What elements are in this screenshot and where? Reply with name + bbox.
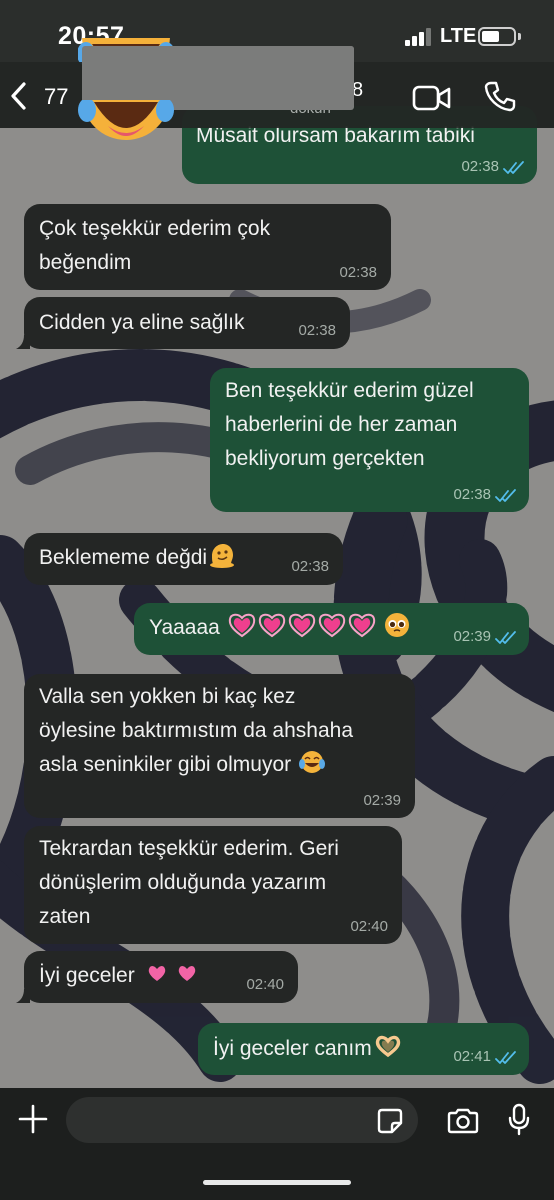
message-text: Cidden ya eline sağlık: [39, 311, 245, 334]
message-incoming[interactable]: İyi geceler 02:40: [24, 951, 298, 1003]
message-text-line: asla seninkiler gibi olmuyor: [39, 753, 292, 776]
message-time: 02:40: [350, 918, 388, 935]
message-time: 02:38: [291, 558, 329, 575]
cellular-signal-icon: [405, 28, 435, 46]
read-ticks-icon: [495, 631, 516, 644]
message-text: İyi geceler canım: [213, 1037, 372, 1060]
camera-button[interactable]: [446, 1107, 480, 1140]
message-time: 02:38: [298, 322, 336, 339]
message-outgoing[interactable]: Ben teşekkür ederim güzel haberlerini de…: [210, 368, 529, 512]
phone-icon[interactable]: [484, 80, 516, 112]
plus-icon: [18, 1104, 48, 1134]
message-text: Yaaaaa: [149, 616, 220, 639]
message-text-line: dönüşlerim olduğunda yazarım: [39, 871, 327, 894]
microphone-icon: [508, 1103, 530, 1136]
read-ticks-icon: [495, 489, 516, 502]
message-outgoing[interactable]: İyi geceler canım 02:41: [198, 1023, 529, 1075]
message-time: 02:40: [246, 976, 284, 993]
pink-heart-emoji-icon: [148, 966, 165, 981]
growing-heart-emoji-icon: [288, 613, 315, 638]
bubble-tail: [16, 335, 30, 349]
growing-heart-emoji-icon: [228, 613, 255, 638]
growing-heart-emoji-icon: [258, 613, 285, 638]
laughing-face-emoji-icon: [78, 100, 174, 140]
melting-face-emoji-icon: [210, 544, 235, 568]
message-input[interactable]: [66, 1097, 418, 1143]
message-outgoing[interactable]: Yaaaaa 02:39: [134, 603, 529, 655]
microphone-button[interactable]: [507, 1103, 531, 1142]
home-indicator: [203, 1180, 351, 1185]
message-text-line: Valla sen yokken bi kaç kez: [39, 685, 296, 708]
message-text-line: bekliyorum gerçekten: [225, 447, 425, 470]
message-incoming[interactable]: Cidden ya eline sağlık 02:38: [24, 297, 350, 349]
video-camera-icon[interactable]: [412, 84, 452, 112]
read-ticks-icon: [503, 161, 524, 174]
message-text: İyi geceler: [39, 964, 135, 987]
message-text-line: Çok teşekkür ederim çok: [39, 217, 271, 240]
message-time: 02:39: [363, 792, 401, 809]
pleading-face-emoji-icon: [384, 613, 409, 637]
growing-heart-emoji-icon: [318, 613, 345, 638]
message-text-line: zaten: [39, 905, 91, 928]
message-time: 02:38: [339, 264, 377, 281]
pink-heart-emoji-icon: [178, 966, 195, 981]
chevron-left-icon: [11, 82, 26, 110]
avatar[interactable]: [78, 100, 174, 154]
network-type: LTE: [440, 25, 477, 47]
battery-icon: [478, 27, 516, 46]
message-text-line: beğendim: [39, 251, 132, 274]
message-text-line: öylesine baktırmıstım da ahshaha: [39, 719, 353, 742]
unread-count: 77: [44, 84, 69, 109]
two-hearts-emoji-group: [141, 964, 201, 987]
message-incoming[interactable]: Beklememe değdi 02:38: [24, 533, 343, 585]
message-time: 02:39: [453, 628, 491, 645]
message-time: 02:41: [453, 1048, 491, 1065]
message-time: 02:38: [453, 486, 491, 503]
message-incoming[interactable]: Tekrardan teşekkür ederim. Geri dönüşler…: [24, 826, 402, 944]
message-time: 02:38: [461, 158, 499, 175]
message-text: Beklememe değdi: [39, 546, 208, 569]
heart-hands-emoji-icon: [375, 1035, 400, 1058]
read-ticks-icon: [495, 1051, 516, 1064]
camera-icon: [447, 1108, 479, 1134]
sticker-button[interactable]: [376, 1107, 404, 1140]
sticker-icon: [377, 1108, 403, 1134]
growing-heart-emoji-icon: [348, 613, 375, 638]
message-text-line: haberlerini de her zaman: [225, 413, 458, 436]
attach-button[interactable]: [16, 1102, 50, 1141]
message-incoming[interactable]: Valla sen yokken bi kaç kez öylesine bak…: [24, 674, 415, 818]
growing-heart-emoji-group: [226, 613, 376, 639]
tears-of-joy-emoji-icon: [298, 751, 325, 773]
message-text-line: Ben teşekkür ederim güzel: [225, 379, 474, 402]
message-incoming[interactable]: Çok teşekkür ederim çok beğendim 02:38: [24, 204, 391, 290]
bubble-tail: [16, 989, 30, 1003]
battery-tip: [518, 33, 521, 40]
message-text-line: Tekrardan teşekkür ederim. Geri: [39, 837, 339, 860]
